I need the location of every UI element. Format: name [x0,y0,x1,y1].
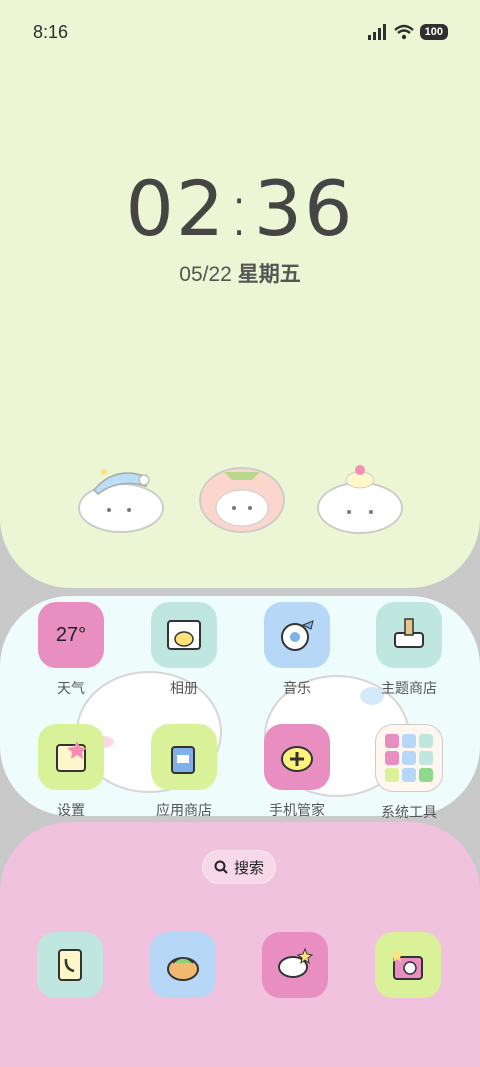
app-music[interactable]: 音乐 [247,602,347,698]
dock-camera[interactable] [375,932,441,998]
status-icons: 100 [367,24,448,40]
lockscreen-panel: 02:36 05/22 星期五 [0,0,480,588]
battery-icon: 100 [419,24,448,40]
cat-cupcake-decoration [317,465,403,534]
gallery-icon [151,602,217,668]
search-icon [214,860,228,874]
app-system-tools-folder[interactable]: 系统工具 [359,724,459,822]
app-label: 手机管家 [269,802,325,818]
clock-widget[interactable]: 02:36 [0,164,480,253]
settings-icon [38,724,104,790]
search-button[interactable]: 搜索 [202,850,276,884]
app-label: 音乐 [283,680,311,696]
dock-phone[interactable] [37,932,103,998]
app-label: 相册 [170,680,198,696]
app-label: 系统工具 [381,804,437,820]
status-bar: 8:16 100 [0,0,480,68]
clock-minutes: 36 [253,164,355,253]
status-time: 8:16 [33,22,69,42]
app-theme-store[interactable]: 主题商店 [359,602,459,698]
weather-icon: 27° [38,602,104,668]
date-text: 05/22 [179,263,232,286]
system-tools-folder-icon [375,724,443,792]
clock-hours: 02 [125,164,227,253]
contacts-icon [150,932,216,998]
search-label: 搜索 [233,859,264,877]
app-label: 主题商店 [381,680,437,696]
dock-contacts[interactable] [150,932,216,998]
app-weather[interactable]: 27° 天气 [21,602,121,698]
weather-temperature: 27° [55,623,87,646]
app-label: 应用商店 [156,802,212,818]
wifi-icon [393,24,414,40]
dock-messages[interactable] [262,932,328,998]
app-store-icon [151,724,217,790]
app-app-store[interactable]: 应用商店 [134,724,234,820]
date-widget: 05/22 星期五 [0,258,480,288]
app-label: 天气 [57,680,85,696]
app-label: 设置 [57,802,85,818]
cat-persimmon-decoration [199,467,285,533]
music-icon [264,602,330,668]
app-gallery[interactable]: 相册 [134,602,234,698]
weekday-text: 星期五 [237,263,301,286]
app-security[interactable]: 手机管家 [247,724,347,820]
cat-sleep-cap-decoration [78,469,164,533]
theme-store-icon [376,602,442,668]
camera-icon [375,932,441,998]
phone-icon [37,932,103,998]
app-settings[interactable]: 设置 [21,724,121,820]
messages-icon [262,932,328,998]
signal-icon [367,24,386,40]
security-icon [264,724,330,790]
